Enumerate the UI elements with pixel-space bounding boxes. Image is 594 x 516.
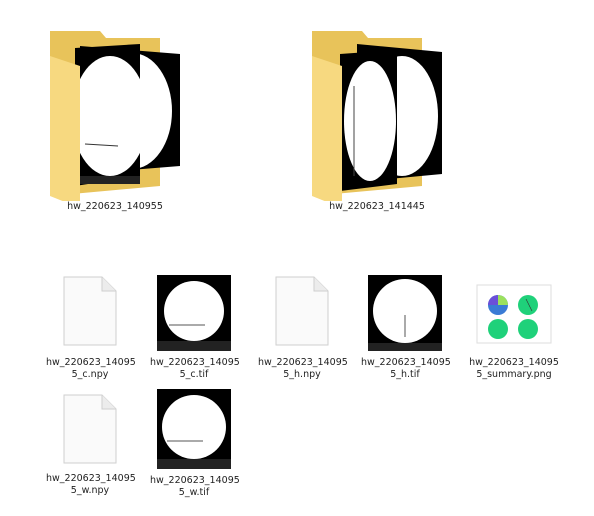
file-item[interactable]: hw_220623_14095 5_h.tif xyxy=(361,275,451,381)
file-name: hw_220623_14095 5_h.npy xyxy=(258,357,348,380)
file-name: hw_220623_14095 5_summary.png xyxy=(469,357,559,380)
blank-file-icon xyxy=(274,275,330,347)
folder-name: hw_220623_140955 xyxy=(67,201,163,212)
folder-name: hw_220623_141445 xyxy=(329,201,425,212)
png-thumbnail-icon xyxy=(476,275,552,347)
folder-item[interactable]: hw_220623_141445 xyxy=(302,26,452,213)
file-item[interactable]: hw_220623_14095 5_h.npy xyxy=(258,275,348,381)
file-name: hw_220623_14095 5_w.tif xyxy=(150,475,240,498)
file-item[interactable]: hw_220623_14095 5_summary.png xyxy=(466,275,562,381)
folder-item[interactable]: hw_220623_140955 xyxy=(40,26,190,213)
file-name: hw_220623_14095 5_c.npy xyxy=(46,357,136,380)
file-item[interactable]: hw_220623_14095 5_w.tif xyxy=(150,389,240,499)
file-item[interactable]: hw_220623_14095 5_c.npy xyxy=(46,275,136,381)
file-item[interactable]: hw_220623_14095 5_w.npy xyxy=(46,393,136,497)
file-name: hw_220623_14095 5_h.tif xyxy=(361,357,451,380)
tif-thumbnail-icon xyxy=(157,389,231,469)
folder-with-images-icon xyxy=(40,26,190,201)
file-name: hw_220623_14095 5_c.tif xyxy=(150,357,240,380)
blank-file-icon xyxy=(62,393,118,465)
tif-thumbnail-icon xyxy=(368,275,442,351)
folder-with-images-icon xyxy=(302,26,452,201)
file-name: hw_220623_14095 5_w.npy xyxy=(46,473,136,496)
file-item[interactable]: hw_220623_14095 5_c.tif xyxy=(150,275,240,381)
tif-thumbnail-icon xyxy=(157,275,231,351)
blank-file-icon xyxy=(62,275,118,347)
